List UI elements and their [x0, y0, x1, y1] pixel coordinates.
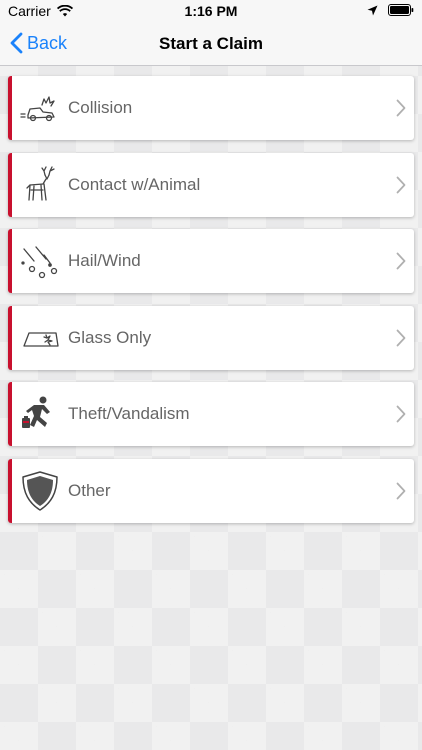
accent-bar	[8, 76, 12, 140]
claim-item-collision[interactable]: Collision	[8, 76, 414, 140]
chevron-right-icon	[396, 405, 406, 423]
status-bar: Carrier 1:16 PM	[0, 0, 422, 22]
navigation-bar: Back Start a Claim	[0, 22, 422, 66]
claim-item-theft[interactable]: Theft/Vandalism	[8, 382, 414, 446]
claim-label: Contact w/Animal	[68, 174, 201, 194]
status-right	[367, 4, 414, 16]
chevron-right-icon	[396, 329, 406, 346]
windshield-icon	[23, 331, 59, 347]
battery-icon	[388, 4, 414, 16]
claim-label: Hail/Wind	[68, 251, 141, 270]
car-crash-icon	[20, 96, 55, 122]
claim-item-other[interactable]: Other	[8, 458, 414, 523]
accent-bar	[8, 152, 12, 217]
location-arrow-icon	[367, 5, 378, 15]
claim-label: Other	[68, 480, 111, 500]
claim-type-list: Collision Contact w/Animal Hail/Wind Gla…	[8, 76, 414, 535]
claim-item-animal[interactable]: Contact w/Animal	[8, 152, 414, 217]
claim-item-hail-wind[interactable]: Hail/Wind	[8, 229, 414, 293]
claim-item-glass-only[interactable]: Glass Only	[8, 305, 414, 370]
claim-label: Collision	[68, 98, 133, 117]
chevron-right-icon	[396, 252, 406, 270]
accent-bar	[8, 229, 12, 293]
accent-bar	[8, 382, 12, 446]
deer-icon	[26, 165, 55, 201]
chevron-right-icon	[396, 99, 406, 117]
thief-icon	[22, 396, 50, 428]
claim-label: Theft/Vandalism	[68, 404, 190, 423]
status-time: 1:16 PM	[184, 3, 238, 19]
accent-bar	[8, 305, 12, 370]
chevron-right-icon	[396, 482, 406, 499]
claim-label: Glass Only	[68, 327, 152, 347]
hail-icon	[21, 246, 58, 279]
page-title: Start a Claim	[159, 34, 263, 53]
chevron-right-icon	[396, 176, 406, 193]
accent-bar	[8, 458, 12, 523]
shield-icon	[22, 470, 58, 511]
